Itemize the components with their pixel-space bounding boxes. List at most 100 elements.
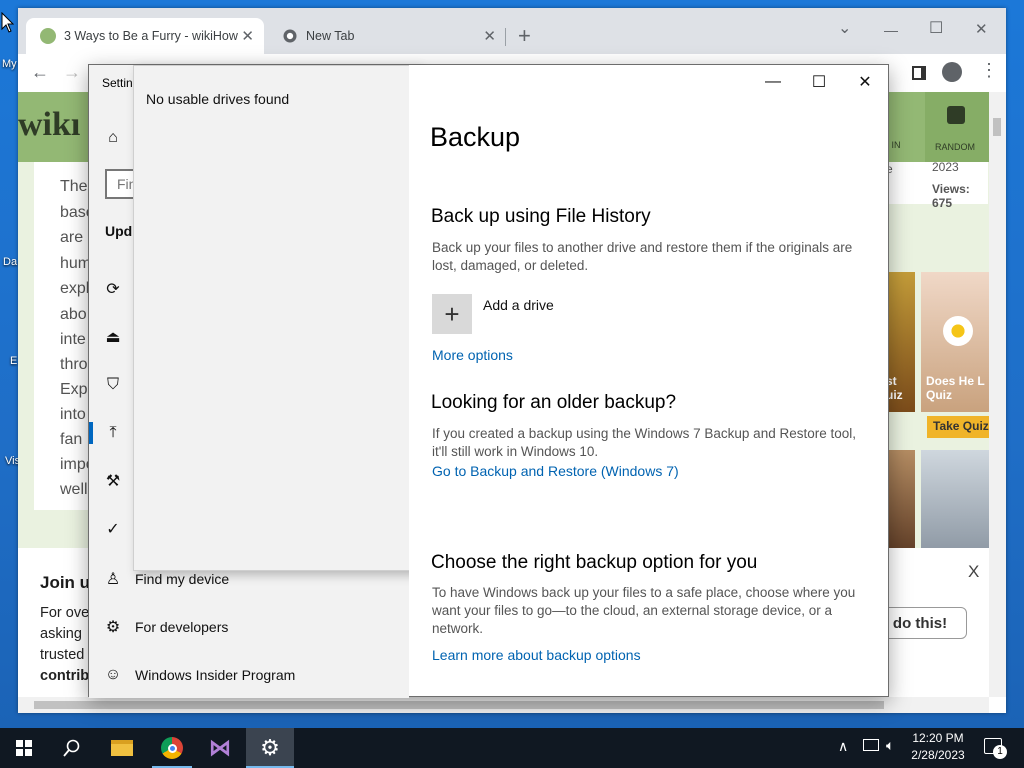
vertical-scrollbar[interactable] (989, 92, 1006, 697)
new-tab-button[interactable]: + (518, 23, 531, 49)
scroll-thumb[interactable] (993, 118, 1001, 136)
horizontal-scrollbar[interactable] (18, 697, 989, 713)
visual-studio-button[interactable]: ⋈ (196, 728, 244, 768)
backup-restore-link[interactable]: Go to Backup and Restore (Windows 7) (432, 463, 679, 479)
tab-strip: 3 Ways to Be a Furry - wikiHow ✕ New Tab… (18, 8, 1006, 54)
wikihow-logo[interactable]: wikı (18, 106, 80, 144)
daisy-icon (943, 316, 973, 346)
tab-new-tab[interactable]: New Tab ✕ (268, 18, 506, 54)
chrome-taskbar-button[interactable] (148, 728, 196, 768)
activation-icon[interactable]: ✓ (101, 517, 125, 541)
side-panel-icon[interactable] (912, 66, 926, 80)
notification-count-badge: 1 (993, 745, 1007, 759)
join-line: For ove (40, 605, 90, 621)
folder-icon (111, 740, 133, 756)
search-icon (63, 739, 80, 757)
article-line: expl (60, 280, 90, 297)
home-icon[interactable]: ⌂ (101, 126, 125, 150)
join-line: asking (40, 626, 82, 642)
windows-update-icon[interactable]: ⟳ (101, 277, 125, 301)
chrome-favicon-icon (282, 28, 298, 44)
file-history-desc: Back up your files to another drive and … (432, 240, 853, 273)
visual-studio-icon: ⋈ (209, 735, 231, 760)
tab-search-chevron-icon[interactable]: ⌄ (838, 18, 851, 38)
quiz-thumbnail-4[interactable] (921, 450, 989, 558)
close-window-button[interactable]: ✕ (975, 20, 988, 38)
selected-indicator (89, 422, 93, 444)
delivery-optimization-icon[interactable]: ⏏ (101, 325, 125, 349)
settings-taskbar-button[interactable]: ⚙ (246, 728, 294, 768)
close-banner-button[interactable]: X (968, 562, 979, 582)
mouse-cursor-icon (1, 12, 15, 33)
add-drive-flyout: No usable drives found (133, 65, 419, 571)
action-center-icon[interactable]: 1 (984, 738, 1007, 759)
flyout-message: No usable drives found (146, 91, 290, 107)
choose-option-heading: Choose the right backup option for you (431, 552, 758, 573)
show-hidden-icons-chevron-icon[interactable]: ∧ (838, 738, 848, 755)
windows-logo-icon (16, 740, 32, 756)
article-line: hum (60, 255, 92, 272)
category-heading: Upd (105, 223, 133, 239)
wikihow-favicon-icon (40, 28, 56, 44)
article-line: thro (60, 356, 88, 373)
developers-icon: ⚙ (105, 619, 121, 636)
windows-security-icon[interactable]: ⛉ (101, 373, 125, 397)
network-icon[interactable] (863, 739, 879, 751)
forward-arrow-icon[interactable]: → (63, 62, 81, 83)
more-menu-icon[interactable]: ⋮ (980, 60, 998, 81)
profile-avatar-icon[interactable] (942, 62, 962, 82)
maximize-button[interactable]: ☐ (929, 18, 943, 38)
taskbar: ⋈ ⚙ ∧ 🔈︎ 12:20 PM 2/28/2023 1 (0, 728, 1024, 768)
stats-views: Views: 675 (932, 182, 970, 210)
minimize-button[interactable]: — (750, 70, 796, 94)
settings-gear-icon: ⚙ (260, 735, 280, 760)
file-explorer-button[interactable] (98, 728, 146, 768)
add-drive-button[interactable]: Add a drive (483, 297, 554, 313)
nav-for-developers[interactable]: For developers (135, 619, 228, 635)
back-arrow-icon[interactable]: ← (31, 62, 49, 83)
quiz-thumbnail-2[interactable]: Does He L Quiz (921, 272, 989, 412)
older-backup-desc: If you created a backup using the Window… (432, 426, 856, 459)
article-line: well (60, 481, 88, 498)
take-quiz-button[interactable]: Take Quiz (927, 416, 989, 438)
search-button[interactable] (48, 728, 96, 768)
settings-window: Settin ⌂ Upd ⟳ ⏏ ⛉ ⤒ ⚒ ✓ ♙ Find my devic… (88, 64, 889, 698)
random-button[interactable]: RANDOM (925, 92, 989, 162)
close-tab-icon[interactable]: ✕ (483, 27, 496, 45)
desktop-icon-label[interactable]: E (10, 355, 17, 367)
backup-icon[interactable]: ⤒ (101, 421, 125, 445)
clock[interactable]: 12:20 PM 2/28/2023 (900, 730, 976, 764)
desktop-icon-label[interactable]: Da (3, 256, 17, 268)
tab-wikihow[interactable]: 3 Ways to Be a Furry - wikiHow ✕ (26, 18, 264, 54)
find-device-icon: ♙ (105, 571, 121, 588)
start-button[interactable] (0, 728, 48, 768)
minimize-button[interactable]: — (884, 22, 898, 38)
nav-windows-insider[interactable]: Windows Insider Program (135, 667, 295, 683)
quiz-thumbnail-1[interactable]: st uiz (886, 272, 915, 412)
maximize-button[interactable]: ☐ (796, 70, 842, 94)
more-options-link[interactable]: More options (432, 347, 513, 363)
join-line: trusted (40, 647, 85, 663)
add-drive-plus-icon[interactable]: + (432, 294, 472, 334)
random-label: RANDOM (935, 142, 975, 152)
quiz-caption: Does He L Quiz (926, 374, 985, 402)
join-line: contrib (40, 668, 90, 684)
article-line: Exp (60, 381, 88, 398)
desktop-icon-label[interactable]: My (2, 58, 17, 70)
scroll-thumb[interactable] (34, 701, 884, 709)
troubleshoot-icon[interactable]: ⚒ (101, 469, 125, 493)
join-title: Join u (40, 573, 91, 592)
chrome-icon (161, 737, 183, 759)
volume-icon[interactable]: 🔈︎ (886, 737, 894, 754)
dice-icon (947, 106, 965, 124)
quiz-thumbnail-3[interactable] (886, 450, 915, 558)
close-button[interactable]: ✕ (842, 70, 888, 94)
nav-find-my-device[interactable]: Find my device (135, 571, 229, 587)
learn-more-link[interactable]: Learn more about backup options (432, 647, 641, 663)
insider-icon: ☺ (104, 666, 122, 683)
article-line: into (60, 406, 86, 423)
tab-title: New Tab (306, 29, 355, 43)
clock-date: 2/28/2023 (911, 748, 965, 762)
file-history-heading: Back up using File History (431, 206, 651, 227)
close-tab-icon[interactable]: ✕ (241, 27, 254, 45)
